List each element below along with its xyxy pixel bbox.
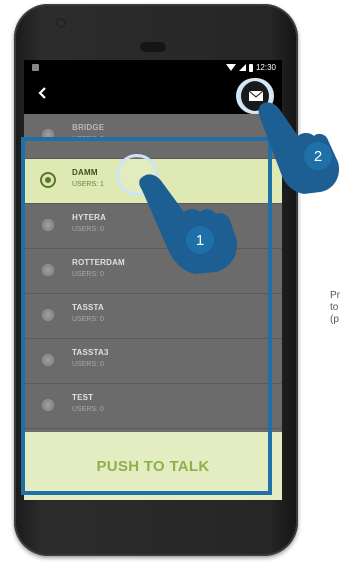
phone-chin <box>24 500 282 540</box>
earpiece-speaker <box>140 42 166 52</box>
status-time: 12:30 <box>255 63 276 72</box>
signal-icon <box>238 64 246 71</box>
step-2-badge: 2 <box>304 142 332 170</box>
step-1-badge: 1 <box>186 226 214 254</box>
status-bar: 12:30 <box>24 60 282 76</box>
camera-icon <box>56 18 66 28</box>
side-note-text: Pr to (p <box>330 290 340 325</box>
wifi-icon <box>225 64 236 71</box>
chevron-left-icon[interactable] <box>36 86 54 104</box>
battery-icon <box>248 63 253 72</box>
channel-name: BRIDGE <box>72 123 105 132</box>
notification-icon <box>32 64 39 71</box>
pointing-hand-icon <box>139 174 238 274</box>
